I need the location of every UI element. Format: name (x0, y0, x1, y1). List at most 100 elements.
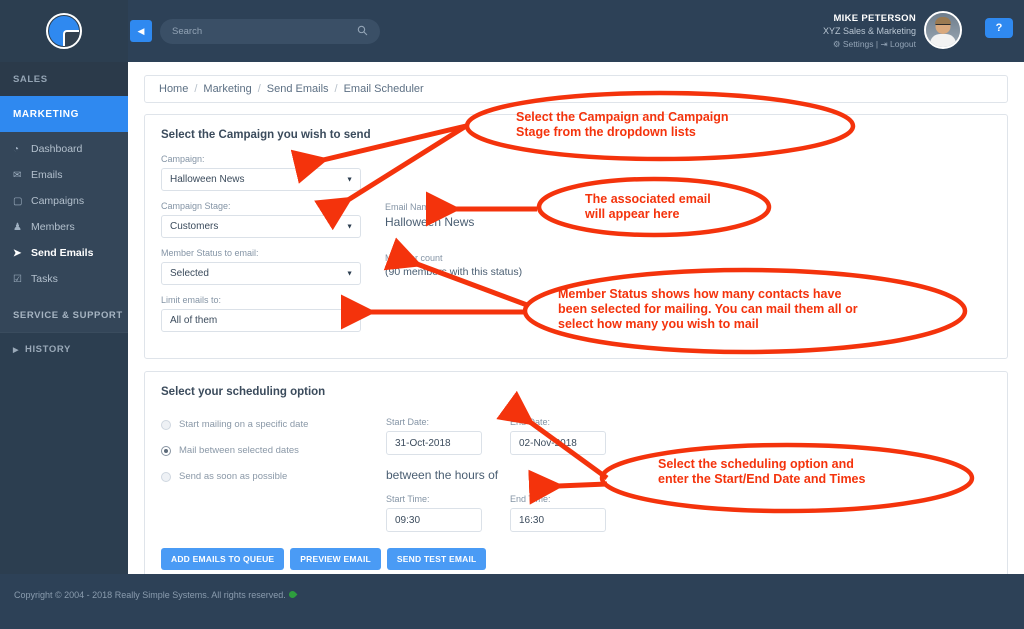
time-row: Start Time: 09:30 End Time: 16:30 (386, 494, 606, 532)
breadcrumb: Home / Marketing / Send Emails / Email S… (144, 75, 1008, 103)
sidebar-item-emails[interactable]: ✉ Emails (0, 162, 128, 188)
breadcrumb-marketing[interactable]: Marketing (203, 83, 251, 95)
sidebar-item-campaigns[interactable]: ▢ Campaigns (0, 188, 128, 214)
sidebar-section-history[interactable]: ▶ HISTORY (0, 332, 128, 366)
footer: Copyright © 2004 - 2018 Really Simple Sy… (0, 574, 1024, 629)
sidebar-collapse-button[interactable]: ◀ (130, 20, 152, 42)
option-mail-between-dates[interactable]: Mail between selected dates (161, 445, 386, 456)
date-row: Start Date: 31-Oct-2018 End Date: 02-Nov… (386, 417, 606, 455)
campaign-stage-dropdown[interactable]: Customers ▼ (161, 215, 361, 238)
email-name-value: Halloween News (385, 215, 475, 229)
logo-icon (46, 13, 82, 49)
top-bar: ◀ Search MIKE PETERSON XYZ Sales & Marke… (128, 0, 1024, 62)
paper-plane-icon: ➤ (13, 247, 22, 259)
sidebar-section-label: SERVICE & SUPPORT (13, 309, 123, 321)
scheduling-card: Select your scheduling option Start mail… (144, 371, 1008, 587)
breadcrumb-email-scheduler: Email Scheduler (343, 83, 424, 95)
email-name-label: Email Name: (385, 202, 437, 212)
chevron-down-icon: ▼ (346, 270, 353, 277)
breadcrumb-home[interactable]: Home (159, 83, 188, 95)
gear-icon: ⚙ (832, 39, 841, 49)
add-emails-to-queue-button[interactable]: ADD EMAILS TO QUEUE (161, 548, 285, 570)
campaign-dropdown[interactable]: Halloween News ▼ (161, 168, 361, 191)
field-label: Member Status to email: (161, 248, 259, 258)
sidebar-item-send-emails[interactable]: ➤ Send Emails (0, 240, 128, 266)
sidebar-item-dashboard[interactable]: ◔ Dashboard (0, 136, 128, 162)
app-logo[interactable] (0, 0, 128, 62)
field-member-status: Member Status to email: Selected ▼ (161, 248, 373, 285)
option-label: Start mailing on a specific date (179, 419, 309, 430)
sidebar-item-members[interactable]: ♟ Members (0, 214, 128, 240)
logout-link[interactable]: Logout (890, 39, 916, 49)
collapse-left-icon: ◀ (137, 25, 145, 36)
logout-icon: ⇥ (880, 39, 888, 49)
start-time-field: Start Time: 09:30 (386, 494, 482, 532)
field-label: Campaign Stage: (161, 201, 231, 211)
start-time-input[interactable]: 09:30 (386, 508, 482, 532)
field-label: Limit emails to: (161, 295, 222, 305)
chevron-down-icon: ▼ (346, 223, 353, 230)
caret-right-icon: ▶ (13, 346, 19, 354)
end-time-input[interactable]: 16:30 (510, 508, 606, 532)
sidebar-item-label: Dashboard (31, 143, 83, 155)
campaign-dropdown-value: Halloween News (170, 174, 245, 185)
scheduling-options: Start mailing on a specific date Mail be… (161, 411, 386, 532)
field-campaign-stage: Campaign Stage: Customers ▼ (161, 201, 373, 238)
option-start-specific-date[interactable]: Start mailing on a specific date (161, 419, 386, 430)
member-count-value: (90 members with this status) (385, 266, 523, 278)
campaign-selection-card: Select the Campaign you wish to send Cam… (144, 114, 1008, 359)
limit-emails-dropdown-value: All of them (170, 315, 218, 326)
copyright-text: Copyright © 2004 - 2018 Really Simple Sy… (14, 589, 298, 600)
member-count-label: Member count (385, 253, 443, 263)
search-input[interactable]: Search (160, 19, 380, 44)
user-name: MIKE PETERSON (833, 13, 916, 24)
option-label: Send as soon as possible (179, 471, 288, 482)
field-label: Campaign: (161, 154, 205, 164)
scheduling-datetime: Start Date: 31-Oct-2018 End Date: 02-Nov… (386, 411, 606, 532)
breadcrumb-separator: / (334, 83, 338, 95)
sidebar-item-tasks[interactable]: ☑ Tasks (0, 266, 128, 292)
sidebar-section-marketing[interactable]: MARKETING (0, 96, 128, 132)
option-send-asap[interactable]: Send as soon as possible (161, 471, 386, 482)
breadcrumb-send-emails[interactable]: Send Emails (267, 83, 329, 95)
scheduling-card-title: Select your scheduling option (161, 386, 326, 398)
end-date-field: End Date: 02-Nov-2018 (510, 417, 606, 455)
field-campaign: Campaign: Halloween News ▼ (161, 154, 373, 191)
send-test-email-button[interactable]: SEND TEST EMAIL (386, 548, 487, 570)
email-name-block: Email Name: Halloween News (385, 202, 522, 229)
breadcrumb-separator: / (257, 83, 261, 95)
limit-emails-dropdown[interactable]: All of them ▼ (161, 309, 361, 332)
sidebar-section-label: MARKETING (13, 108, 79, 120)
user-avatar[interactable] (924, 11, 962, 49)
end-date-input[interactable]: 02-Nov-2018 (510, 431, 606, 455)
action-buttons: ADD EMAILS TO QUEUE PREVIEW EMAIL SEND T… (161, 548, 991, 570)
sidebar-section-label: HISTORY (24, 344, 71, 355)
user-company: XYZ Sales & Marketing (822, 26, 916, 36)
preview-email-button[interactable]: PREVIEW EMAIL (290, 548, 381, 570)
settings-link[interactable]: Settings (843, 39, 874, 49)
campaign-card-title: Select the Campaign you wish to send (161, 129, 371, 141)
between-hours-text: between the hours of (386, 468, 499, 482)
sidebar-item-label: Campaigns (31, 195, 85, 207)
end-time-field: End Time: 16:30 (510, 494, 606, 532)
people-icon: ♟ (13, 221, 22, 233)
sidebar-section-sales[interactable]: SALES (0, 62, 128, 96)
start-date-input[interactable]: 31-Oct-2018 (386, 431, 482, 455)
help-label: ? (995, 22, 1003, 34)
sidebar-item-label: Tasks (31, 273, 58, 285)
radio-icon-selected (161, 445, 171, 456)
checklist-icon: ☑ (13, 273, 22, 285)
end-time-label: End Time: (510, 494, 551, 504)
member-status-dropdown[interactable]: Selected ▼ (161, 262, 361, 285)
radio-icon (161, 471, 171, 482)
help-button[interactable]: ? (985, 18, 1013, 38)
member-status-dropdown-value: Selected (170, 268, 209, 279)
sidebar-section-label: SALES (13, 73, 48, 85)
field-limit-emails: Limit emails to: All of them ▼ (161, 295, 373, 332)
search-icon (357, 25, 368, 39)
sidebar-section-service-support[interactable]: SERVICE & SUPPORT (0, 298, 128, 332)
envelope-icon: ✉ (13, 169, 22, 181)
sidebar-nav-list: ◔ Dashboard ✉ Emails ▢ Campaigns ♟ Membe… (0, 132, 128, 298)
leaf-icon (287, 589, 298, 600)
user-menu[interactable]: MIKE PETERSON XYZ Sales & Marketing ⚙ Se… (762, 11, 962, 55)
